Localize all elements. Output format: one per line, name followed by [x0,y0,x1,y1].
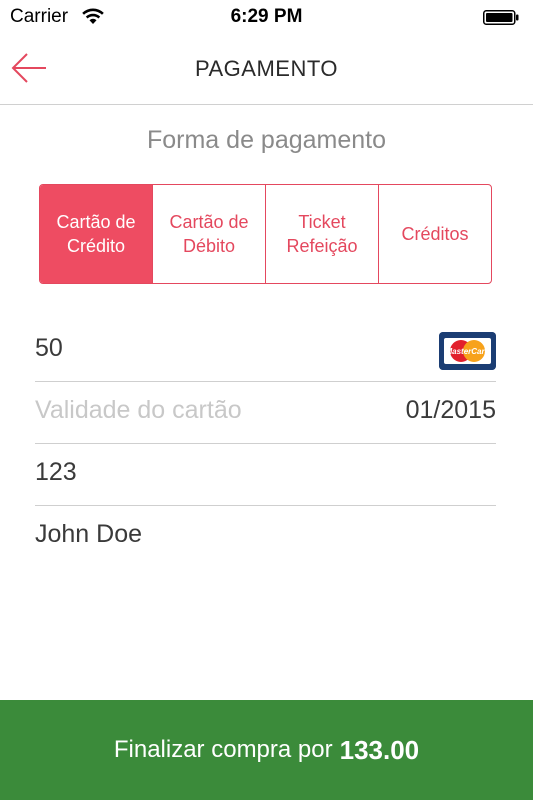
card-number-value: 50 [35,334,63,362]
status-bar: Carrier 6:29 PM [0,0,533,34]
expiry-value: 01/2015 [405,396,496,424]
card-holder-value: John Doe [35,520,143,548]
card-holder-field[interactable]: John Doe [35,506,496,568]
cvv-value: 123 [35,458,77,486]
card-number-field[interactable]: 50 MasterCard [35,320,496,382]
mastercard-icon: MasterCard [439,332,496,370]
payment-method-credit-card[interactable]: Cartão de Crédito [40,185,153,283]
battery-icon [483,10,519,25]
payment-method-selector: Cartão de Crédito Cartão de Débito Ticke… [39,184,492,284]
payment-method-credits[interactable]: Créditos [379,185,491,283]
page-title: PAGAMENTO [194,56,339,81]
payment-method-meal-ticket[interactable]: Ticket Refeição [266,185,379,283]
cvv-field[interactable]: 123 [35,444,496,506]
checkout-button[interactable]: Finalizar compra por 133.00 [0,700,533,800]
mastercard-text: MasterCard [445,347,490,356]
payment-method-heading: Forma de pagamento [146,126,387,154]
payment-screen: Carrier 6:29 PM PAGAMENTO Forma de pagam… [0,0,533,800]
checkout-amount: 133.00 [339,734,420,765]
checkout-label: Finalizar compra por [113,736,333,763]
clock: 6:29 PM [230,6,303,27]
expiry-placeholder: Validade do cartão [35,396,242,424]
payment-method-debit-card[interactable]: Cartão de Débito [153,185,266,283]
expiry-field[interactable]: Validade do cartão 01/2015 [35,382,496,444]
navigation-bar: PAGAMENTO [0,34,533,105]
